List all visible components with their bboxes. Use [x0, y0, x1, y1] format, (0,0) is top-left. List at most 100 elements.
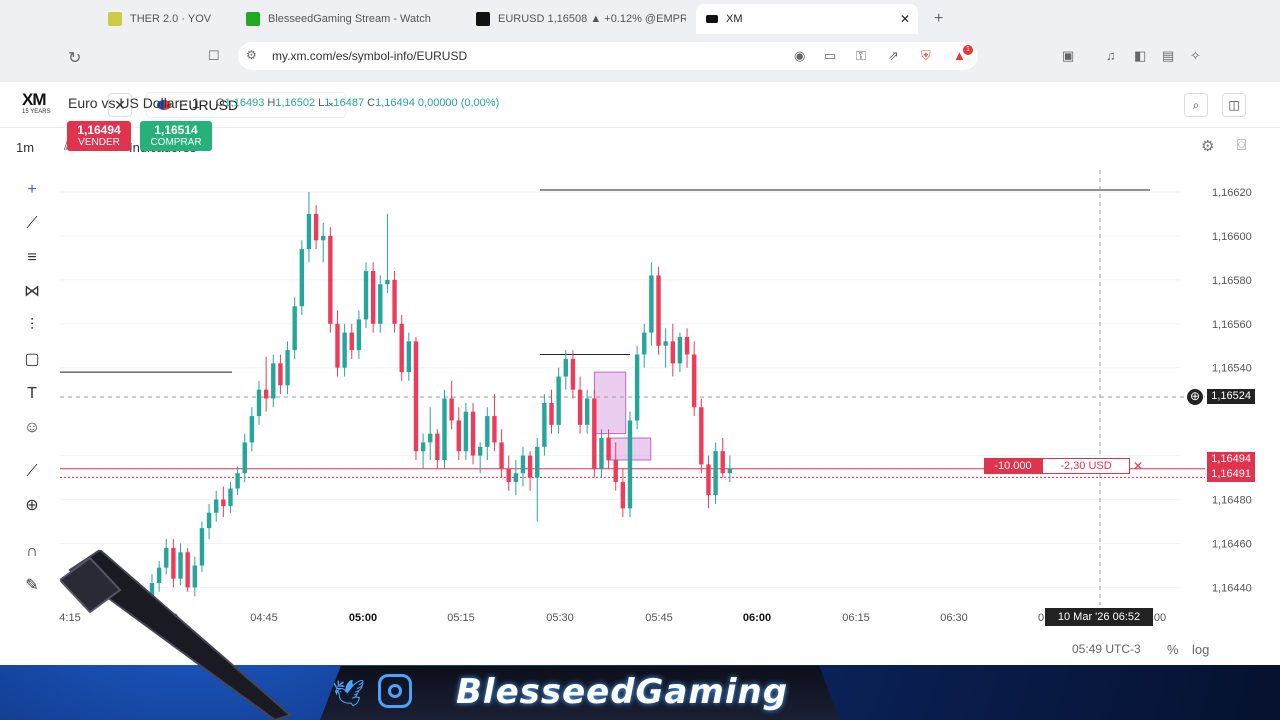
- twitter-icon: 🕊: [332, 678, 366, 708]
- percent-scale-button[interactable]: %: [1167, 642, 1179, 657]
- candle-body: [406, 341, 412, 373]
- candle-body: [278, 363, 283, 386]
- candle-body: [470, 411, 476, 456]
- y-tick-label: 1,16580: [1212, 275, 1252, 287]
- ask-price-label: 1,16491: [1207, 467, 1255, 482]
- change-value: 0,00000 (0,00%): [417, 97, 500, 109]
- cursor-icon[interactable]: +: [20, 178, 44, 202]
- close-position-icon[interactable]: ✕: [1130, 458, 1146, 474]
- x-tick-label: 05:30: [546, 612, 574, 624]
- x-tick-label: 00: [1154, 612, 1166, 624]
- candle-body: [691, 354, 697, 408]
- brand-logo-text: BlesseedGaming: [456, 672, 789, 712]
- x-tick-label: 05:15: [447, 612, 475, 624]
- candle-body: [370, 271, 376, 324]
- rectangle-icon[interactable]: ▢: [20, 348, 44, 372]
- open-value: 1,16493: [224, 97, 265, 109]
- chart-title: Euro vs US Dollar · 1: [68, 95, 200, 111]
- candle-body: [492, 416, 497, 443]
- timezone-label[interactable]: 05:49 UTC-3: [1072, 642, 1141, 656]
- position-line-label[interactable]: -10.000 -2,30 USD ✕: [984, 458, 1146, 474]
- measure-icon[interactable]: ⫶: [20, 314, 44, 338]
- candle-body: [649, 275, 654, 333]
- candle-body: [256, 389, 262, 417]
- buy-price: 1,16514: [154, 123, 198, 137]
- candle-body: [456, 420, 461, 452]
- candle-body: [720, 451, 725, 474]
- x-tick-label: 06:30: [940, 612, 968, 624]
- y-tick-label: 1,16620: [1212, 187, 1252, 199]
- x-tick-label: 0: [1038, 612, 1044, 624]
- ruler-icon[interactable]: ⟋: [20, 460, 44, 484]
- fib-icon[interactable]: ≡: [20, 246, 44, 270]
- open-label: O: [216, 97, 225, 109]
- buy-button[interactable]: 1,16514 COMPRAR: [140, 121, 212, 151]
- zoom-icon[interactable]: ⊕: [20, 494, 44, 518]
- candle-body: [535, 446, 540, 478]
- candle-body: [413, 341, 419, 452]
- emoji-icon[interactable]: ☺: [20, 416, 44, 440]
- instagram-icon: [378, 674, 412, 708]
- candle-body: [563, 358, 568, 377]
- candle-body: [513, 473, 519, 482]
- trendline-icon[interactable]: ⟋: [20, 212, 44, 236]
- candle-body: [428, 433, 433, 443]
- candle-body: [699, 407, 704, 465]
- candle-body: [285, 350, 290, 386]
- candle-body: [570, 358, 576, 390]
- candle-body: [435, 433, 440, 460]
- candle-body: [442, 398, 447, 460]
- candle-body: [321, 235, 326, 241]
- x-tick-label: 06:00: [743, 612, 771, 624]
- candle-body: [477, 446, 483, 456]
- candle-body: [485, 416, 490, 447]
- candle-body: [228, 488, 233, 507]
- candle-body: [242, 442, 247, 474]
- candle-body: [520, 455, 526, 474]
- candle-body: [499, 442, 504, 469]
- candle-body: [627, 420, 633, 509]
- text-icon[interactable]: T: [20, 382, 44, 406]
- low-value: 1,16487: [324, 97, 365, 109]
- y-tick-label: 1,16440: [1212, 582, 1252, 594]
- candle-body: [271, 363, 276, 399]
- candle-body: [342, 332, 347, 368]
- x-tick-label: 05:00: [349, 612, 377, 624]
- candle-body: [677, 336, 683, 364]
- candle-body: [463, 411, 469, 452]
- lock-draw-icon[interactable]: ✎: [20, 574, 44, 598]
- sell-label: VENDER: [78, 137, 120, 148]
- position-qty: -10.000: [984, 458, 1042, 474]
- magnet-icon[interactable]: ∩: [20, 540, 44, 564]
- candle-body: [684, 336, 690, 355]
- pattern-icon[interactable]: ⋈: [20, 280, 44, 304]
- candle-body: [599, 438, 604, 469]
- candle-body: [328, 235, 333, 324]
- high-value: 1,16502: [275, 97, 316, 109]
- y-tick-label: 1,16560: [1212, 319, 1252, 331]
- candle-body: [313, 213, 319, 241]
- candle-body: [634, 354, 640, 421]
- candle-body: [527, 455, 533, 478]
- x-tick-label: 06:15: [842, 612, 870, 624]
- candle-body: [235, 473, 240, 489]
- katana-overlay: [60, 550, 292, 720]
- candle-body: [356, 319, 362, 351]
- log-scale-button[interactable]: log: [1192, 642, 1209, 657]
- candle-body: [349, 332, 354, 351]
- candle-body: [420, 442, 426, 452]
- candle-body: [378, 284, 383, 324]
- crosshair-price-label: 1,16524: [1207, 389, 1255, 404]
- sell-button[interactable]: 1,16494 VENDER: [67, 121, 131, 151]
- candle-body: [642, 332, 647, 355]
- candle-body: [542, 402, 547, 447]
- candle-body: [399, 323, 404, 373]
- candle-body: [506, 468, 511, 482]
- add-order-icon[interactable]: ⊕: [1187, 389, 1203, 405]
- candle-body: [577, 389, 583, 425]
- candle-body: [292, 306, 297, 351]
- candle-body: [306, 213, 312, 250]
- y-tick-label: 1,16480: [1212, 495, 1252, 507]
- y-tick-label: 1,16540: [1212, 363, 1252, 375]
- candle-body: [592, 398, 597, 469]
